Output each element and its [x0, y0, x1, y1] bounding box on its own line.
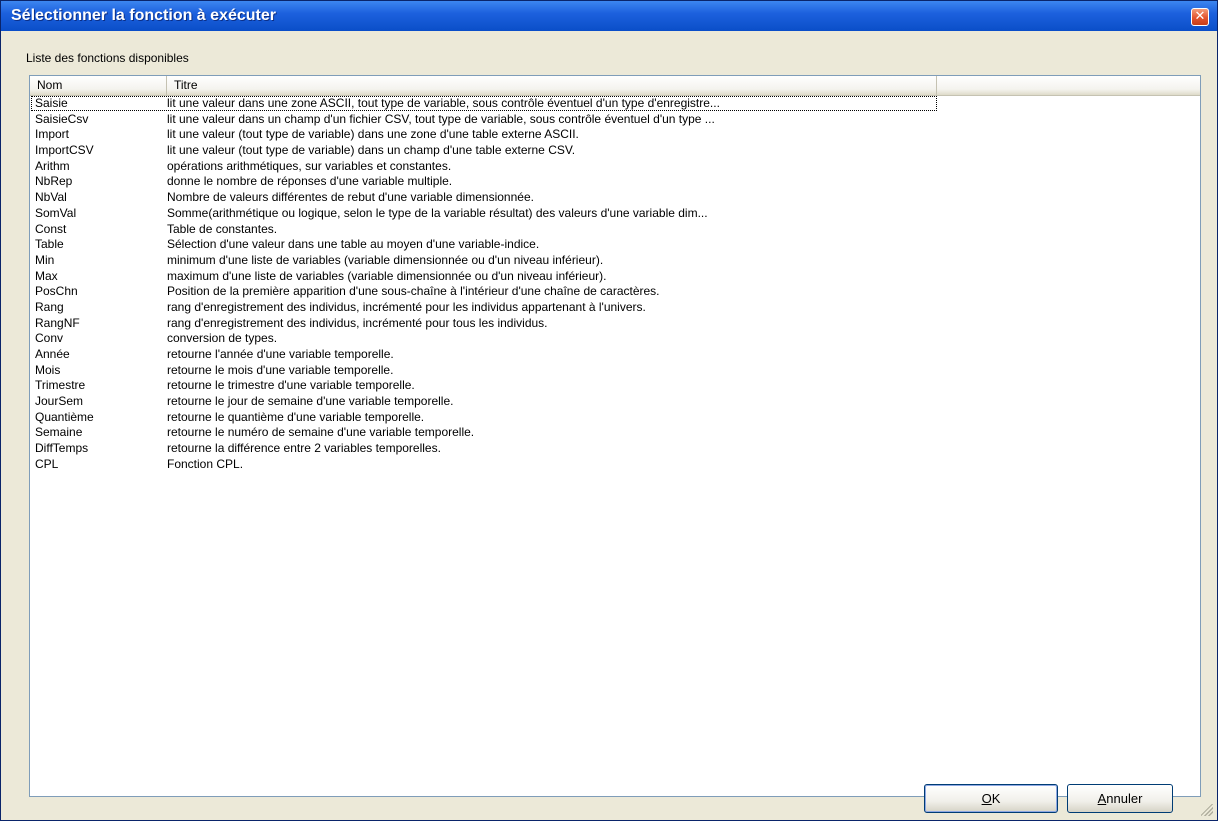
- list-item-titre: retourne l'année d'une variable temporel…: [167, 347, 394, 361]
- list-item-nom: Semaine: [35, 425, 83, 440]
- list-item-nom: Mois: [35, 362, 61, 377]
- list-item-nom: CPL: [35, 456, 59, 471]
- list-item[interactable]: Table Sélection d'une valeur dans une tab…: [30, 237, 1200, 253]
- list-item-nom: Const: [35, 221, 67, 236]
- list-item-titre: Nombre de valeurs différentes de rebut d…: [167, 190, 534, 205]
- list-item-nom: Année: [35, 347, 70, 361]
- list-item-titre: lit une valeur dans un champ d'un fichie…: [167, 111, 715, 126]
- list-item-titre: retourne le quantième d'une variable tem…: [167, 409, 425, 424]
- list-item-titre: retourne le numéro de semaine d'une vari…: [167, 425, 475, 440]
- function-list-label: Liste des fonctions disponibles: [26, 51, 189, 65]
- cancel-label-rest: nnuler: [1106, 791, 1143, 806]
- list-item-titre: lit une valeur (tout type de variable) d…: [167, 143, 576, 158]
- title-bar[interactable]: Sélectionner la fonction à exécuter ✕: [1, 1, 1217, 31]
- list-item[interactable]: Min minimum d'une liste de variables (var…: [30, 253, 1200, 269]
- list-item[interactable]: Conv conversion de types.: [30, 331, 1200, 347]
- list-item[interactable]: Const Table de constantes.: [30, 222, 1200, 238]
- list-item[interactable]: RangNF rang d'enregistrement des individu…: [30, 316, 1200, 332]
- function-list[interactable]: Nom Titre Saisie lit une valeur dans une …: [29, 75, 1201, 797]
- list-item-titre: conversion de types.: [167, 331, 278, 346]
- list-item-titre: Somme(arithmétique ou logique, selon le …: [167, 205, 708, 220]
- list-item-titre: retourne le trimestre d'une variable tem…: [167, 378, 415, 393]
- list-item-nom: SomVal: [35, 205, 77, 220]
- list-item-nom: Table: [35, 237, 64, 252]
- list-item[interactable]: Arithm opérations arithmétiques, sur vari…: [30, 159, 1200, 175]
- list-item[interactable]: Année retourne l'année d'une variable tem…: [30, 347, 1200, 363]
- list-item-nom: Saisie: [35, 96, 68, 110]
- list-item[interactable]: DiffTemps retourne la différence entre 2 …: [30, 441, 1200, 457]
- list-item-titre: minimum d'une liste de variables (variab…: [167, 252, 604, 267]
- list-item-titre: retourne la différence entre 2 variables…: [167, 441, 441, 456]
- list-item-titre: rang d'enregistrement des individus, inc…: [167, 299, 646, 314]
- list-item-titre: Fonction CPL.: [167, 456, 244, 471]
- list-item[interactable]: Rang rang d'enregistrement des individus,…: [30, 300, 1200, 316]
- list-item-nom: DiffTemps: [35, 441, 89, 456]
- list-item-titre: donne le nombre de réponses d'une variab…: [167, 174, 453, 189]
- list-item[interactable]: Mois retourne le mois d'une variable temp…: [30, 363, 1200, 379]
- list-item-titre: maximum d'une liste de variables (variab…: [167, 268, 607, 283]
- list-header: Nom Titre: [30, 76, 1200, 96]
- list-item-nom: PosChn: [35, 284, 78, 299]
- list-item[interactable]: Saisie lit une valeur dans une zone ASCII…: [30, 96, 1200, 112]
- ok-accel: O: [981, 791, 992, 806]
- dialog-body: Liste des fonctions disponibles Nom Titr…: [1, 31, 1217, 820]
- list-item[interactable]: SaisieCsv lit une valeur dans un champ d'…: [30, 112, 1200, 128]
- list-item[interactable]: SomVal Somme(arithmétique ou logique, sel…: [30, 206, 1200, 222]
- dialog-window: Sélectionner la fonction à exécuter ✕ Li…: [0, 0, 1218, 821]
- list-item-titre: rang d'enregistrement des individus, inc…: [167, 315, 548, 330]
- list-item-titre: lit une valeur (tout type de variable) d…: [167, 127, 579, 142]
- list-item-titre: retourne le jour de semaine d'une variab…: [167, 394, 454, 409]
- dialog-title: Sélectionner la fonction à exécuter: [11, 7, 276, 24]
- list-item-nom: Min: [35, 252, 55, 267]
- list-item-nom: NbVal: [35, 190, 67, 205]
- resize-grip-icon[interactable]: [1201, 804, 1213, 816]
- list-item-titre: opérations arithmétiques, sur variables …: [167, 158, 452, 173]
- list-item[interactable]: Import lit une valeur (tout type de varia…: [30, 127, 1200, 143]
- list-item-titre: Sélection d'une valeur dans une table au…: [167, 237, 540, 252]
- list-item[interactable]: NbRep donne le nombre de réponses d'une v…: [30, 174, 1200, 190]
- column-header-nom[interactable]: Nom: [30, 76, 167, 95]
- list-item-nom: Rang: [35, 299, 64, 314]
- list-item-nom: Quantième: [35, 409, 94, 424]
- list-item-titre: Table de constantes.: [167, 221, 278, 236]
- column-header-titre[interactable]: Titre: [167, 76, 937, 95]
- list-item[interactable]: ImportCSV lit une valeur (tout type de va…: [30, 143, 1200, 159]
- list-item-nom: NbRep: [35, 174, 73, 189]
- ok-button[interactable]: OK: [924, 784, 1058, 813]
- list-item[interactable]: Max maximum d'une liste de variables (var…: [30, 269, 1200, 285]
- list-item-nom: Max: [35, 268, 58, 283]
- list-item[interactable]: Semaine retourne le numéro de semaine d'u…: [30, 425, 1200, 441]
- cancel-accel: A: [1097, 791, 1107, 806]
- list-item-nom: SaisieCsv: [35, 111, 89, 126]
- close-button[interactable]: ✕: [1191, 8, 1209, 26]
- list-item[interactable]: NbVal Nombre de valeurs différentes de re…: [30, 190, 1200, 206]
- list-rows: Saisie lit une valeur dans une zone ASCII…: [30, 96, 1200, 473]
- list-item-nom: Conv: [35, 331, 64, 346]
- list-item-titre: Position de la première apparition d'une…: [167, 284, 660, 299]
- list-item-nom: JourSem: [35, 394, 84, 409]
- list-item-nom: Trimestre: [35, 378, 86, 393]
- close-icon: ✕: [1194, 9, 1206, 24]
- list-item[interactable]: JourSem retourne le jour de semaine d'une…: [30, 394, 1200, 410]
- list-item[interactable]: Quantième retourne le quantième d'une var…: [30, 410, 1200, 426]
- list-item-titre: lit une valeur dans une zone ASCII, tout…: [167, 96, 720, 110]
- list-item-nom: RangNF: [35, 315, 80, 330]
- list-item-nom: ImportCSV: [35, 143, 94, 158]
- list-item[interactable]: CPL Fonction CPL.: [30, 457, 1200, 473]
- list-item-nom: Arithm: [35, 158, 70, 173]
- list-item[interactable]: Trimestre retourne le trimestre d'une var…: [30, 378, 1200, 394]
- list-item-titre: retourne le mois d'une variable temporel…: [167, 362, 394, 377]
- list-item[interactable]: PosChn Position de la première apparition…: [30, 284, 1200, 300]
- ok-label-rest: K: [991, 791, 1001, 806]
- list-item-nom: Import: [35, 127, 70, 142]
- cancel-button[interactable]: Annuler: [1067, 784, 1173, 813]
